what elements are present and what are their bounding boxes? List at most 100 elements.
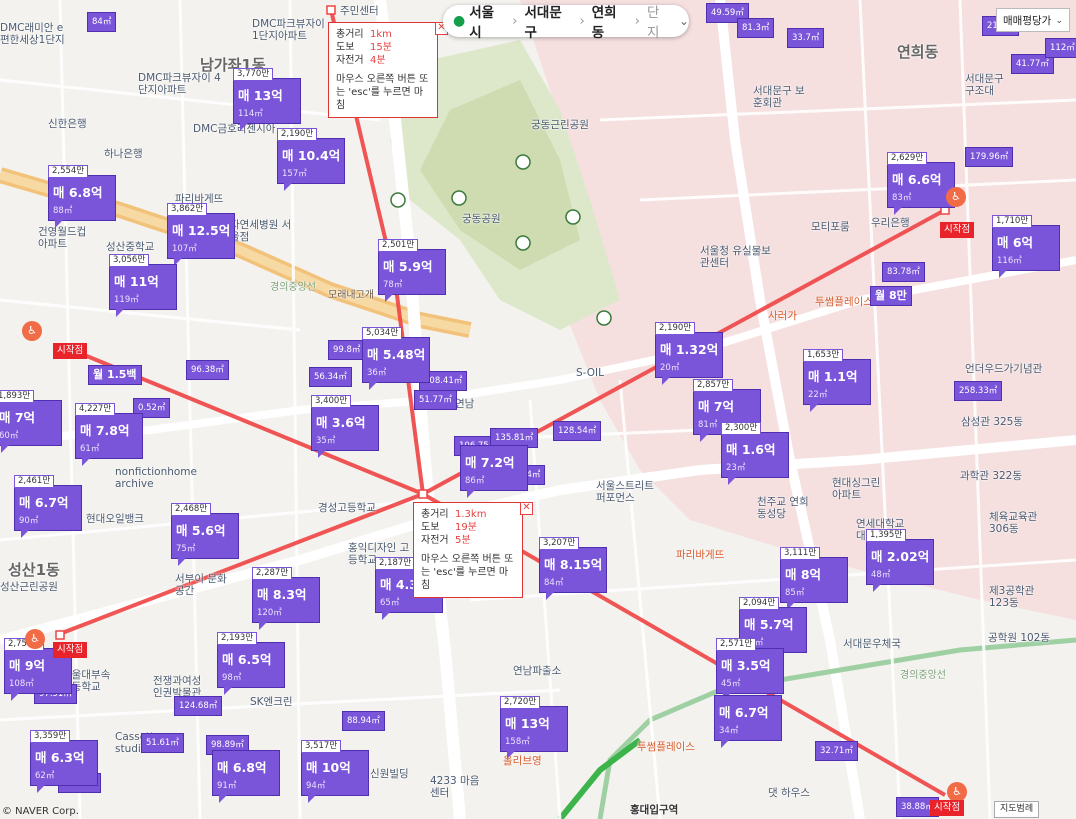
price-marker[interactable]: 1,653만 매 1.1억 22㎡ xyxy=(803,349,871,412)
area-tag[interactable]: 258.33㎡ xyxy=(954,381,1003,401)
price-marker[interactable]: 매 7.2억 86㎡ xyxy=(460,445,528,498)
breadcrumb-danji[interactable]: 단지 xyxy=(647,1,671,41)
poi-label: 공학원 102동 xyxy=(988,632,1051,644)
area-tag[interactable]: 51.61㎡ xyxy=(141,733,184,753)
area-tag[interactable]: 84㎡ xyxy=(87,12,117,32)
marker-pointer xyxy=(382,612,390,620)
price-marker[interactable]: 2,501만 매 5.9억 78㎡ xyxy=(378,239,446,302)
price-marker[interactable]: 2,554만 매 6.8억 88㎡ xyxy=(48,165,116,228)
marker-pointer xyxy=(507,751,515,759)
start-label: 시작점 xyxy=(53,343,88,359)
area-tag[interactable]: 179.96㎡ xyxy=(965,147,1014,167)
marker-pointer xyxy=(721,740,729,748)
price-marker[interactable]: 3,770만 매 13억 114㎡ xyxy=(233,68,301,131)
poi-label: 현대싱그린 아파트 xyxy=(832,477,881,501)
area-tag[interactable]: 99.8㎡ xyxy=(328,340,366,360)
area-tag[interactable]: 81.3㎡ xyxy=(737,18,775,38)
price-per-pyeong: 3,359만 xyxy=(30,730,71,743)
unit-area: 20㎡ xyxy=(660,363,680,373)
area-tag[interactable]: 33.7㎡ xyxy=(787,28,825,48)
price-marker[interactable]: 2,720만 매 13억 158㎡ xyxy=(500,696,568,759)
price-per-pyeong: 3,400만 xyxy=(311,395,352,408)
unit-area: 35㎡ xyxy=(316,436,336,446)
price-marker[interactable]: 2,571만 매 3.5억 45㎡ xyxy=(716,638,784,701)
poi-label: 서대문우체국 xyxy=(843,638,901,650)
poi-label: S-OIL xyxy=(576,367,604,379)
price-marker[interactable]: 3,517만 매 10억 94㎡ xyxy=(301,740,369,803)
price-marker[interactable]: 3,359만 매 6.3억 62㎡ xyxy=(30,730,98,793)
price-type-select[interactable]: 매매평당가 ⌄ xyxy=(996,8,1070,32)
area-tag[interactable]: 83.78㎡ xyxy=(882,262,925,282)
price-marker[interactable]: 매 6.7억 34㎡ xyxy=(714,695,782,748)
area-tag[interactable]: 124.68㎡ xyxy=(174,696,223,716)
price-marker[interactable]: 2,629만 매 6.6억 83㎡ xyxy=(887,152,955,215)
unit-area: 61㎡ xyxy=(80,444,100,454)
unit-area: 98㎡ xyxy=(222,673,242,683)
unit-area: 116㎡ xyxy=(997,256,1022,266)
price-marker[interactable]: 2,461만 매 6.7억 90㎡ xyxy=(14,475,82,538)
price-marker[interactable]: 1,395만 매 2.02억 48㎡ xyxy=(866,529,934,592)
poi-label: 서부이 문화공간 xyxy=(175,573,227,597)
unit-area: 75㎡ xyxy=(176,544,196,554)
price-marker[interactable]: 1,893만 매 7억 60㎡ xyxy=(0,390,62,453)
price-marker[interactable]: 2,287만 매 8.3억 120㎡ xyxy=(252,567,320,630)
price-marker[interactable]: 3,862만 매 12.5억 107㎡ xyxy=(167,203,235,266)
price-marker[interactable]: 2,468만 매 5.6억 75㎡ xyxy=(171,503,239,566)
price-marker[interactable]: 2,190만 매 1.32억 20㎡ xyxy=(655,322,723,385)
price-marker[interactable]: 3,400만 매 3.6억 35㎡ xyxy=(311,395,379,458)
rent-tag[interactable]: 월 1.5백 xyxy=(88,365,142,385)
marker-pointer xyxy=(11,693,19,701)
unit-area: 158㎡ xyxy=(505,737,530,747)
map-legend-button[interactable]: 지도범례 xyxy=(994,801,1040,818)
bike-icon: ♿ xyxy=(946,187,966,207)
price-marker[interactable]: 5,034만 매 5.48억 36㎡ xyxy=(362,327,430,390)
price-marker[interactable]: 1,710만 매 6억 116㎡ xyxy=(992,215,1060,278)
price-marker[interactable]: 4,227만 매 7.8억 61㎡ xyxy=(75,403,143,466)
unit-area: 84㎡ xyxy=(544,578,564,588)
poi-label: 언더우드가기념관 xyxy=(965,363,1043,375)
area-tag[interactable]: 88.94㎡ xyxy=(342,711,385,731)
sale-price: 매 5.6억 xyxy=(176,523,226,538)
rent-tag[interactable]: 월 8만 xyxy=(870,286,912,306)
area-tag[interactable]: 96.38㎡ xyxy=(186,360,229,380)
poi-label: 홍대입구역 xyxy=(630,804,679,816)
price-marker[interactable]: 2,300만 매 1.6억 23㎡ xyxy=(721,422,789,485)
popup-key: 자전거 xyxy=(421,535,449,546)
marker-pointer xyxy=(369,382,377,390)
close-icon[interactable]: ✕ xyxy=(520,502,533,515)
poi-label: SK엔크린 xyxy=(250,696,293,708)
sale-price: 매 6.8억 xyxy=(217,760,267,775)
poi-label: 연남 xyxy=(455,398,475,410)
unit-area: 119㎡ xyxy=(114,295,139,305)
marker-pointer xyxy=(308,795,316,803)
price-marker[interactable]: 3,111만 매 8억 85㎡ xyxy=(780,547,848,610)
price-per-pyeong: 2,190만 xyxy=(277,128,318,141)
price-marker[interactable]: 2,193만 매 6.5억 98㎡ xyxy=(217,632,285,695)
poi-label: DMC금호리젠시아 xyxy=(193,123,276,135)
price-marker[interactable]: 2,190만 매 10.4억 157㎡ xyxy=(277,128,345,191)
district-label: 연희동 xyxy=(897,43,939,61)
price-marker[interactable]: 매 6.8억 91㎡ xyxy=(212,750,280,803)
price-marker[interactable]: 3,056만 매 11억 119㎡ xyxy=(109,254,177,317)
area-tag[interactable]: 51.77㎡ xyxy=(414,390,457,410)
place-label: 모래내고개 xyxy=(328,290,374,301)
popup-key: 총거리 xyxy=(336,29,364,40)
price-marker[interactable]: 3,207만 매 8.15억 84㎡ xyxy=(539,537,607,600)
location-breadcrumb[interactable]: ● 서울시 › 서대문구 › 연희동 › 단지 ⌄ xyxy=(443,5,689,41)
breadcrumb-dong[interactable]: 연희동 xyxy=(592,1,628,41)
breadcrumb-district[interactable]: 서대문구 xyxy=(525,1,573,41)
area-tag[interactable]: 32.71㎡ xyxy=(815,741,858,761)
poi-label: 4233 마음센터 xyxy=(430,775,480,799)
district-label: 성산1동 xyxy=(8,561,60,579)
area-tag[interactable]: 112㎡ xyxy=(1045,38,1076,58)
poi-label: 궁동공원 xyxy=(462,213,501,225)
unit-area: 65㎡ xyxy=(380,598,400,608)
marker-pointer xyxy=(224,687,232,695)
breadcrumb-city[interactable]: 서울시 xyxy=(469,1,505,41)
sale-price: 매 7억 xyxy=(698,399,735,414)
price-per-pyeong: 2,501만 xyxy=(378,239,419,252)
poi-label: 궁동근린공원 xyxy=(531,119,589,131)
chevron-down-icon[interactable]: ⌄ xyxy=(679,14,689,28)
area-tag[interactable]: 128.54㎡ xyxy=(553,421,602,441)
area-tag[interactable]: 56.34㎡ xyxy=(309,367,352,387)
